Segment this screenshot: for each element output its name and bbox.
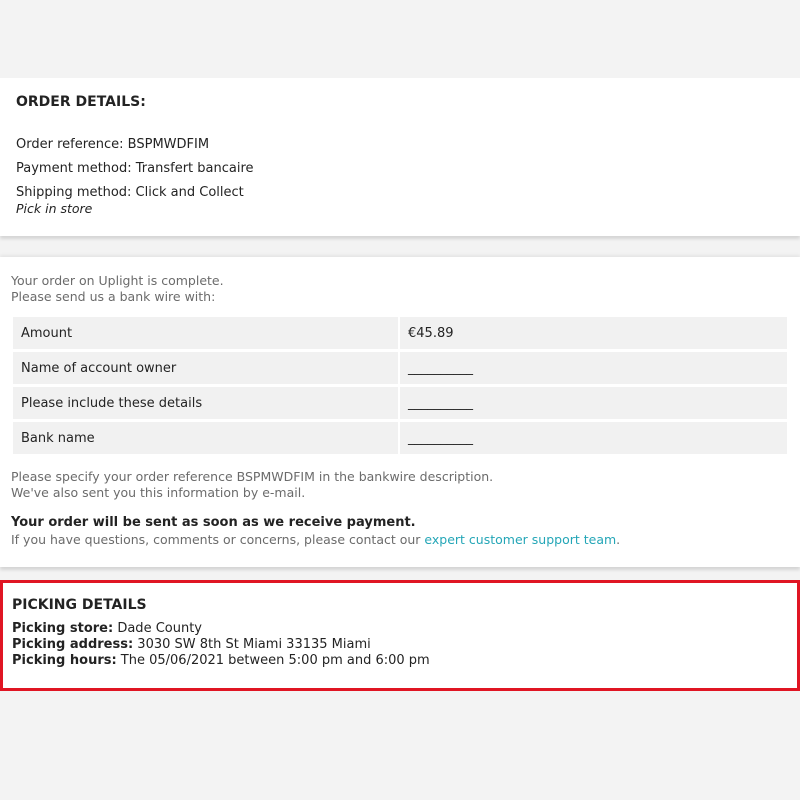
- picking-hours: Picking hours: The 05/06/2021 between 5:…: [12, 653, 788, 669]
- picking-details-heading: PICKING DETAILS: [12, 597, 147, 613]
- payment-send-notice: Your order will be sent as soon as we re…: [11, 515, 416, 530]
- picking-store-value: Dade County: [113, 621, 202, 636]
- table-cell-value: __________: [400, 422, 787, 454]
- order-reference: Order reference: BSPMWDFIM: [16, 137, 210, 152]
- shipping-method: Shipping method: Click and Collect: [16, 185, 244, 200]
- picking-details-card: PICKING DETAILS Picking store: Dade Coun…: [0, 580, 800, 691]
- table-row: Bank name __________: [13, 422, 787, 454]
- order-complete-text: Your order on Uplight is complete.: [11, 273, 224, 288]
- customer-support-link[interactable]: expert customer support team: [424, 532, 616, 547]
- bank-wire-table: Amount €45.89 Name of account owner ____…: [11, 314, 789, 457]
- picking-hours-value: The 05/06/2021 between 5:00 pm and 6:00 …: [116, 653, 430, 668]
- table-cell-label: Name of account owner: [13, 352, 398, 384]
- bank-wire-intro: Please send us a bank wire with:: [11, 289, 216, 304]
- table-cell-label: Amount: [13, 317, 398, 349]
- shipping-method-sub: Pick in store: [16, 201, 93, 216]
- contact-prefix: If you have questions, comments or conce…: [11, 532, 425, 547]
- payment-method: Payment method: Transfert bancaire: [16, 161, 254, 176]
- order-details-card: ORDER DETAILS: Order reference: BSPMWDFI…: [0, 78, 800, 236]
- picking-address: Picking address: 3030 SW 8th St Miami 33…: [12, 637, 788, 653]
- table-cell-value: __________: [400, 352, 787, 384]
- picking-address-value: 3030 SW 8th St Miami 33135 Miami: [133, 637, 371, 652]
- picking-store: Picking store: Dade County: [12, 621, 788, 637]
- table-cell-value: €45.89: [400, 317, 787, 349]
- table-cell-label: Please include these details: [13, 387, 398, 419]
- table-row: Name of account owner __________: [13, 352, 787, 384]
- picking-hours-label: Picking hours:: [12, 653, 117, 668]
- table-cell-value: __________: [400, 387, 787, 419]
- picking-address-label: Picking address:: [12, 637, 134, 652]
- email-note: We've also sent you this information by …: [11, 485, 306, 500]
- reference-note: Please specify your order reference BSPM…: [11, 469, 494, 484]
- order-details-heading: ORDER DETAILS:: [16, 94, 146, 110]
- contact-line: If you have questions, comments or conce…: [11, 531, 789, 549]
- picking-store-label: Picking store:: [12, 621, 114, 636]
- table-row: Amount €45.89: [13, 317, 787, 349]
- contact-suffix: .: [616, 532, 621, 547]
- bank-wire-card: Your order on Uplight is complete. Pleas…: [0, 257, 800, 567]
- table-cell-label: Bank name: [13, 422, 398, 454]
- table-row: Please include these details __________: [13, 387, 787, 419]
